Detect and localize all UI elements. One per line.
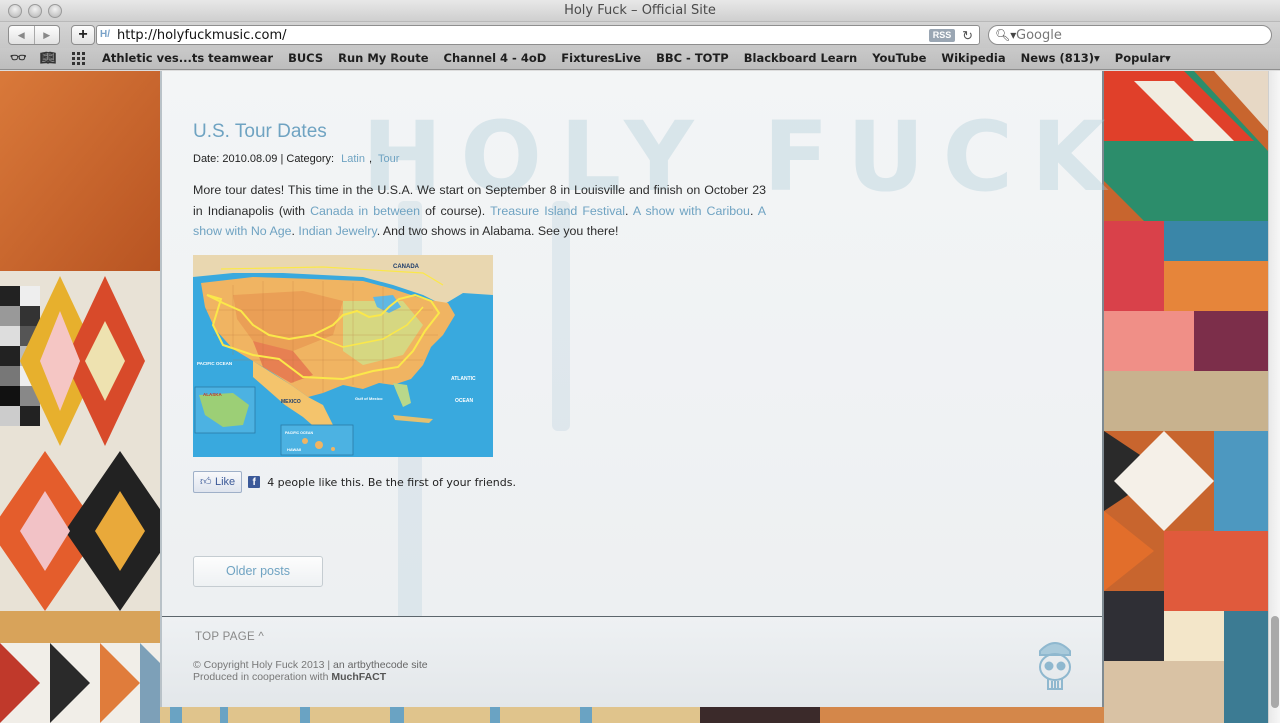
- bookmarks-bar: 👓︎ 📖︎ Athletic ves...ts teamwear BUCS Ru…: [0, 48, 1280, 70]
- copyright-text: © Copyright Holy Fuck 2013 |: [193, 659, 334, 671]
- post-text: .: [625, 203, 633, 218]
- back-arrow-icon[interactable]: ◀: [9, 26, 35, 44]
- thumbs-up-icon: 👍︎: [200, 475, 212, 488]
- background-collage-left: [0, 71, 160, 723]
- bookmark-item[interactable]: Blackboard Learn: [744, 48, 857, 69]
- bookmark-list: Athletic ves...ts teamwear BUCS Run My R…: [102, 48, 1186, 69]
- artbythecode-link[interactable]: an artbythecode site: [333, 659, 428, 671]
- background-collage-bottom: [160, 707, 1104, 723]
- muchfact-link[interactable]: MuchFACT: [331, 671, 386, 683]
- map-label-atlantic-ocean: OCEAN: [455, 398, 473, 404]
- top-sites-grid-icon[interactable]: [72, 51, 86, 71]
- post-meta: Date: 2010.08.09 | Category: Latin, Tour: [193, 153, 399, 165]
- search-icon[interactable]: 🔍︎▾: [995, 26, 1016, 45]
- nav-buttons: ◀ ▶: [8, 25, 60, 45]
- site-footer: TOP PAGE ^ © Copyright Holy Fuck 2013 | …: [162, 616, 1102, 707]
- facebook-like-button[interactable]: 👍︎ Like: [193, 471, 243, 493]
- bookmark-item[interactable]: FixturesLive: [561, 48, 641, 69]
- post-title[interactable]: U.S. Tour Dates: [193, 121, 327, 143]
- top-page-link[interactable]: TOP PAGE ^: [195, 631, 264, 643]
- scrollbar-thumb[interactable]: [1271, 616, 1279, 708]
- rss-button[interactable]: RSS: [929, 29, 955, 42]
- post-text: of course).: [420, 203, 491, 218]
- facebook-like-widget: 👍︎ Like f 4 people like this. Be the fir…: [193, 471, 516, 493]
- bookmarks-news-menu[interactable]: News (813)▾: [1021, 48, 1100, 69]
- background-collage-right: [1104, 71, 1268, 723]
- browser-toolbar: ◀ ▶ + H/ http://holyfuckmusic.com/ RSS ↻…: [0, 22, 1280, 48]
- page-viewport: HOLY FUCK U.S. Tour Dates Date: 2010.08.…: [0, 71, 1280, 723]
- site-favicon-icon: H/: [100, 29, 110, 40]
- minimize-window-button[interactable]: [28, 4, 42, 18]
- facebook-like-label: Like: [215, 476, 236, 488]
- map-label-alaska: ALASKA: [203, 392, 222, 397]
- book-icon[interactable]: 📖︎: [40, 51, 57, 67]
- forward-arrow-icon[interactable]: ▶: [35, 26, 60, 44]
- content-panel: HOLY FUCK U.S. Tour Dates Date: 2010.08.…: [160, 71, 1105, 707]
- bookmark-item[interactable]: Run My Route: [338, 48, 428, 69]
- post-body: More tour dates! This time in the U.S.A.…: [193, 180, 766, 242]
- bookmark-item[interactable]: BUCS: [288, 48, 323, 69]
- close-window-button[interactable]: [8, 4, 22, 18]
- search-field[interactable]: 🔍︎▾ Google: [988, 25, 1272, 45]
- bookmark-item[interactable]: Channel 4 - 4oD: [444, 48, 547, 69]
- category-link-tour[interactable]: Tour: [378, 153, 399, 165]
- map-label-pacific-lower: PACIFIC OCEAN: [285, 431, 313, 435]
- facebook-logo-icon: f: [248, 476, 261, 488]
- window-titlebar: Holy Fuck – Official Site: [0, 0, 1280, 22]
- footer-copyright: © Copyright Holy Fuck 2013 | an artbythe…: [193, 659, 428, 683]
- map-label-mexico: MEXICO: [281, 399, 301, 405]
- bookmark-item[interactable]: BBC - TOTP: [656, 48, 729, 69]
- vertical-scrollbar[interactable]: [1268, 71, 1280, 723]
- map-label-canada: CANADA: [393, 264, 420, 270]
- reload-icon[interactable]: ↻: [962, 26, 973, 45]
- young-turks-skull-logo[interactable]: [1032, 633, 1078, 693]
- link-canada[interactable]: Canada in between: [310, 204, 420, 218]
- map-label-gulf: Gulf of Mexico: [355, 396, 383, 401]
- post-date: Date: 2010.08.09 | Category:: [193, 153, 335, 165]
- link-caribou[interactable]: A show with Caribou: [633, 204, 750, 218]
- post-text: .: [749, 203, 758, 218]
- window-title: Holy Fuck – Official Site: [564, 3, 716, 18]
- map-label-hawaii: HAWAII: [287, 447, 301, 452]
- bookmark-item[interactable]: YouTube: [872, 48, 926, 69]
- category-link-latin[interactable]: Latin: [341, 153, 365, 165]
- map-label-atlantic: ATLANTIC: [451, 376, 476, 382]
- search-placeholder: Google: [1016, 28, 1062, 43]
- bookmark-item[interactable]: Athletic ves...ts teamwear: [102, 48, 273, 69]
- older-posts-button[interactable]: Older posts: [193, 556, 323, 587]
- produced-text: Produced in cooperation with: [193, 671, 332, 683]
- tour-map-image[interactable]: CANADA PACIFIC OCEAN ATLANTIC OCEAN MEXI…: [193, 255, 493, 457]
- add-bookmark-button[interactable]: +: [71, 25, 95, 45]
- category-separator: ,: [368, 153, 373, 165]
- address-bar[interactable]: H/ http://holyfuckmusic.com/ RSS ↻: [96, 25, 980, 45]
- url-text[interactable]: http://holyfuckmusic.com/: [117, 26, 287, 45]
- map-label-pacific: PACIFIC OCEAN: [197, 361, 232, 366]
- bookmarks-popular-menu[interactable]: Popular▾: [1115, 48, 1171, 69]
- post-text: . And two shows in Alabama. See you ther…: [376, 224, 619, 238]
- zoom-window-button[interactable]: [48, 4, 62, 18]
- reading-glasses-icon[interactable]: 👓︎: [10, 51, 27, 67]
- bookmark-item[interactable]: Wikipedia: [941, 48, 1005, 69]
- facebook-like-count: 4 people like this. Be the first of your…: [267, 475, 516, 489]
- link-treasure-island[interactable]: Treasure Island Festival: [490, 204, 625, 218]
- link-indian-jewelry[interactable]: Indian Jewelry: [298, 224, 376, 238]
